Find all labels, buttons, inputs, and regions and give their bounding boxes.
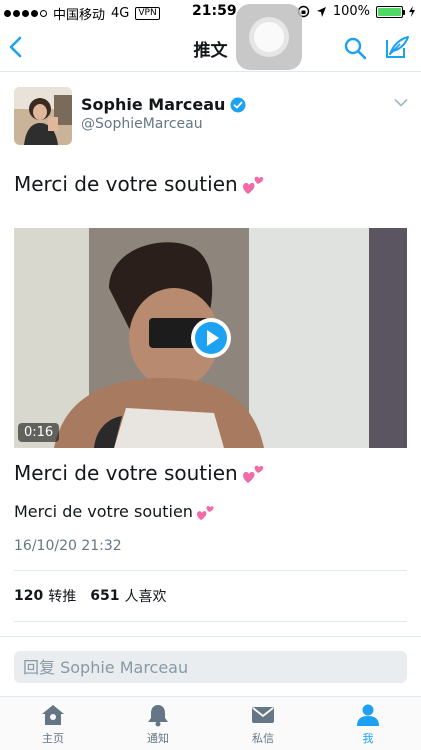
carrier-label: 中国移动	[53, 8, 106, 23]
location-icon	[316, 6, 326, 17]
status-bar: 中国移动 4G VPN 21:59 100%	[0, 0, 421, 24]
chevron-down-icon[interactable]	[394, 98, 408, 108]
tweet-text-content: Merci de votre soutien	[14, 172, 238, 196]
author-name-row: Sophie Marceau	[81, 95, 246, 114]
video-player[interactable]: 0:16	[14, 228, 407, 448]
tab-notifications-label: 通知	[147, 732, 169, 745]
divider	[14, 570, 407, 571]
reply-input[interactable]	[14, 651, 407, 683]
divider	[14, 621, 407, 622]
card-title[interactable]: Merci de votre soutien	[14, 461, 266, 485]
vpn-badge: VPN	[135, 7, 160, 20]
battery-level	[378, 7, 401, 16]
video-duration: 0:16	[18, 423, 60, 442]
envelope-icon	[252, 707, 274, 723]
card-subtitle-text: Merci de votre soutien	[14, 502, 193, 521]
tweet-stats: 120 转推 651 人喜欢	[14, 586, 175, 606]
nav-bar: 推文	[0, 24, 421, 72]
card-subtitle[interactable]: Merci de votre soutien	[14, 502, 216, 521]
compose-icon[interactable]	[384, 34, 410, 60]
status-left: 中国移动 4G VPN	[4, 4, 160, 23]
tab-me[interactable]: 我	[338, 703, 398, 746]
tab-home-label: 主页	[42, 732, 64, 745]
retweet-count[interactable]: 120	[14, 588, 43, 604]
tab-messages-label: 私信	[252, 732, 274, 745]
tab-notifications[interactable]: 通知	[128, 703, 188, 746]
two-hearts-icon	[242, 176, 263, 194]
status-time: 21:59	[192, 3, 237, 19]
search-icon[interactable]	[343, 36, 367, 60]
tweet-timestamp: 16/10/20 21:32	[14, 538, 122, 554]
tab-home[interactable]: 主页	[23, 703, 83, 746]
assistive-touch-button[interactable]	[236, 4, 302, 70]
tab-bar: 主页 通知 私信 我	[0, 696, 421, 750]
retweet-label[interactable]: 转推	[48, 586, 76, 606]
two-hearts-icon	[242, 465, 263, 483]
tweet-text: Merci de votre soutien	[14, 172, 266, 196]
status-right: 100%	[297, 4, 415, 19]
signal-icon	[4, 10, 47, 17]
like-label[interactable]: 人喜欢	[124, 586, 166, 606]
home-icon	[42, 705, 64, 725]
author-name[interactable]: Sophie Marceau	[81, 95, 225, 114]
network-label: 4G	[111, 6, 130, 21]
battery-icon	[376, 5, 405, 18]
author-handle[interactable]: @SophieMarceau	[81, 116, 203, 132]
charging-icon	[409, 6, 415, 17]
like-count[interactable]: 651	[90, 588, 119, 604]
play-icon[interactable]	[190, 317, 232, 359]
tab-messages[interactable]: 私信	[233, 703, 293, 746]
card-title-text: Merci de votre soutien	[14, 461, 238, 485]
person-icon	[357, 704, 379, 726]
bell-icon	[148, 705, 168, 727]
two-hearts-icon	[196, 505, 214, 520]
tab-me-label: 我	[362, 732, 374, 745]
verified-badge-icon	[230, 97, 246, 112]
avatar[interactable]	[14, 87, 72, 145]
reply-bar	[0, 636, 421, 696]
battery-percent: 100%	[332, 4, 370, 19]
